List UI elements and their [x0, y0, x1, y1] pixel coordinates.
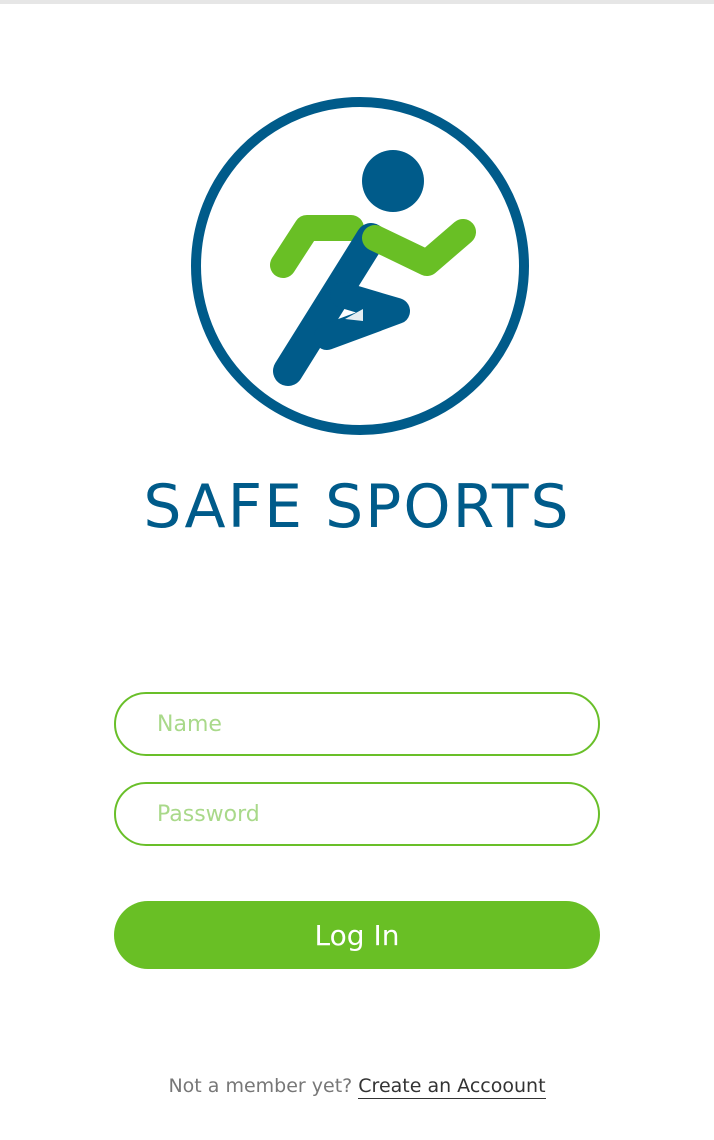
- signup-prompt-text: Not a member yet?: [168, 1075, 359, 1097]
- name-input[interactable]: [114, 692, 600, 756]
- app-title: SAFE SPORTS: [143, 472, 571, 542]
- login-button[interactable]: Log In: [114, 901, 600, 969]
- signup-prompt: Not a member yet? Create an Accoount: [0, 1072, 714, 1100]
- running-athlete-icon: [191, 97, 529, 435]
- password-input[interactable]: [114, 782, 600, 846]
- status-bar-divider: [0, 0, 714, 4]
- create-account-link[interactable]: Create an Accoount: [358, 1075, 546, 1099]
- login-screen: SAFE SPORTS Log In Not a member yet? Cre…: [0, 0, 714, 1140]
